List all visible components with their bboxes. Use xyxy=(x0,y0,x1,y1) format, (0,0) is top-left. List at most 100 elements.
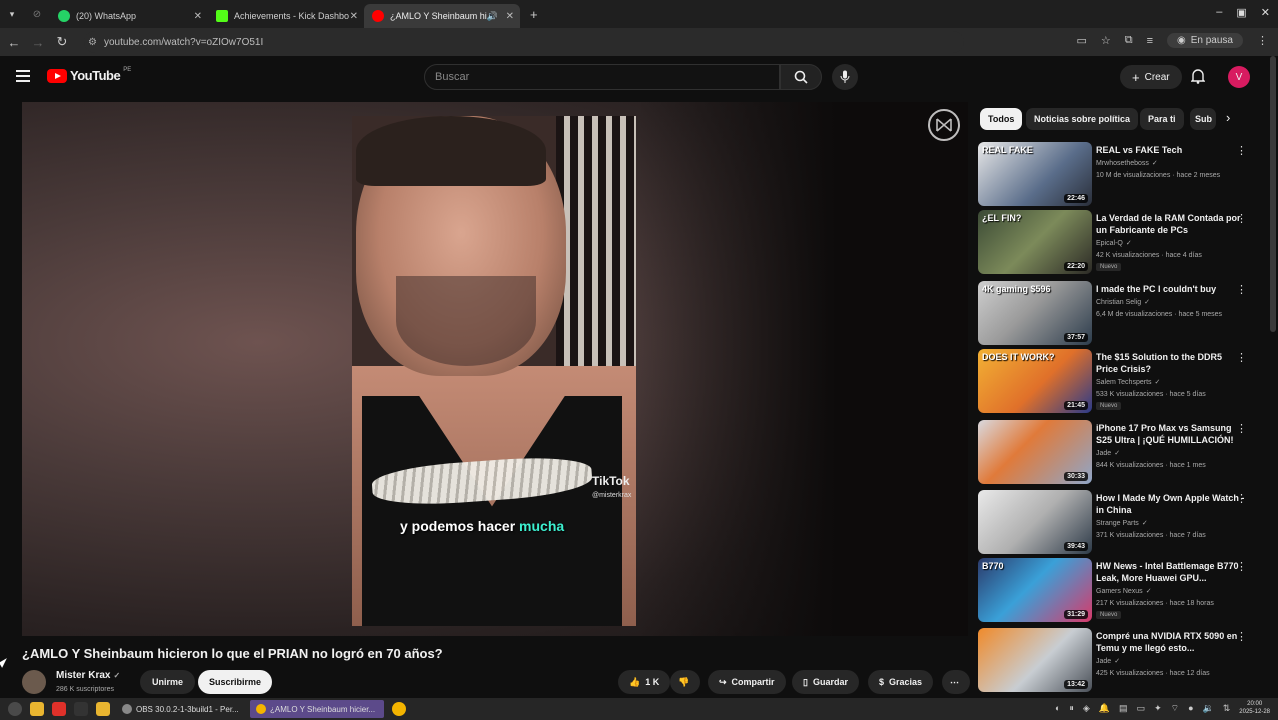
video-thumbnail[interactable]: 13:42 xyxy=(978,628,1092,692)
close-tab-icon[interactable]: ✕ xyxy=(350,11,358,22)
recommended-channel[interactable]: Salem Techsperts ✓ xyxy=(1096,377,1160,388)
recommended-title[interactable]: How I Made My Own Apple Watch - in China xyxy=(1096,492,1246,516)
more-vertical-icon[interactable]: ⋮ xyxy=(1236,283,1247,296)
video-player[interactable]: TikTok @misterkrax y podemos hacer mucha xyxy=(22,102,968,636)
chip-for-you[interactable]: Para ti xyxy=(1140,108,1184,130)
audio-icon[interactable]: 🔊 xyxy=(487,11,498,22)
channel-watermark-icon[interactable] xyxy=(928,109,960,141)
notification-icon[interactable]: 🔔 xyxy=(1099,703,1110,714)
recommended-video[interactable]: B770 31:29 HW News - Intel Battlemage B770… xyxy=(978,558,1268,622)
app-launcher-icon[interactable] xyxy=(8,702,22,716)
video-thumbnail[interactable]: B770 31:29 xyxy=(978,558,1092,622)
tab-whatsapp[interactable]: (20) WhatsApp ✕ xyxy=(50,4,208,28)
chip-all[interactable]: Todos xyxy=(980,108,1023,130)
reload-icon[interactable]: ↻ xyxy=(50,34,74,50)
scrollbar[interactable] xyxy=(1270,56,1276,332)
video-thumbnail[interactable]: 39:43 xyxy=(978,490,1092,554)
forward-icon[interactable]: → xyxy=(26,35,50,50)
subscribe-button[interactable]: Suscribirme xyxy=(198,670,273,694)
url-field[interactable]: ⚙ youtube.com/watch?v=oZIOw7O51I xyxy=(84,31,964,53)
voice-search-button[interactable] xyxy=(832,64,858,90)
recommended-channel[interactable]: Epical-Q ✓ xyxy=(1096,238,1132,249)
dislike-button[interactable]: 👎 xyxy=(670,670,700,694)
notifications-button[interactable] xyxy=(1190,68,1206,89)
bookmark-star-icon[interactable]: ☆ xyxy=(1101,34,1111,47)
recommended-title[interactable]: La Verdad de la RAM Contada por un Fabri… xyxy=(1096,212,1246,236)
more-vertical-icon[interactable]: ⋮ xyxy=(1236,630,1247,643)
thanks-button[interactable]: $ Gracias xyxy=(868,670,934,694)
network-icon[interactable]: ⇅ xyxy=(1223,703,1231,714)
more-vertical-icon[interactable]: ⋮ xyxy=(1236,560,1247,573)
wifi-icon[interactable]: ⌔ xyxy=(1171,703,1179,714)
join-button[interactable]: Unirme xyxy=(140,670,196,694)
share-button[interactable]: ↪ Compartir xyxy=(708,670,786,694)
pause-icon[interactable]: ⏸ xyxy=(1069,703,1074,714)
tray-settings-icon[interactable]: ✦ xyxy=(1154,703,1162,714)
more-vertical-icon[interactable]: ⋮ xyxy=(1236,144,1247,157)
recommended-video[interactable]: ¿EL FIN? 22:20 La Verdad de la RAM Contada… xyxy=(978,210,1268,274)
chip-subscriptions[interactable]: Sub xyxy=(1190,108,1216,130)
recommended-video[interactable]: 13:42 Compré una NVIDIA RTX 5090 en Temu … xyxy=(978,628,1268,692)
video-thumbnail[interactable]: DOES IT WORK? 21:45 xyxy=(978,349,1092,413)
recommended-title[interactable]: Compré una NVIDIA RTX 5090 en Temu y me … xyxy=(1096,630,1246,654)
recommended-channel[interactable]: Mrwhosetheboss ✓ xyxy=(1096,158,1158,169)
close-window-icon[interactable]: ✕ xyxy=(1261,6,1270,19)
chips-next-icon[interactable]: › xyxy=(1226,110,1230,125)
media-app-icon[interactable] xyxy=(52,702,66,716)
account-avatar[interactable]: V xyxy=(1228,66,1250,88)
back-icon[interactable]: ← xyxy=(2,35,26,50)
steam-icon[interactable]: ● xyxy=(1188,703,1193,713)
shield-icon[interactable]: ◈ xyxy=(1083,703,1090,714)
video-thumbnail[interactable]: REAL FAKE 22:46 xyxy=(978,142,1092,206)
video-thumbnail[interactable]: 4K gaming $596 37:57 xyxy=(978,281,1092,345)
menu-icon[interactable] xyxy=(16,70,30,82)
profile-button[interactable]: ◉ En pausa xyxy=(1167,33,1243,48)
clock[interactable]: 20:00 2025-12-28 xyxy=(1239,700,1270,716)
like-button[interactable]: 👍 1 K xyxy=(618,670,671,694)
recommended-video[interactable]: REAL FAKE 22:46 REAL vs FAKE Tech Mrwhoseth… xyxy=(978,142,1268,206)
chrome-pinned-icon[interactable] xyxy=(392,702,406,716)
channel-avatar[interactable] xyxy=(22,670,46,694)
minimize-icon[interactable]: – xyxy=(1216,6,1222,19)
recommended-channel[interactable]: Jade ✓ xyxy=(1096,656,1120,667)
site-info-icon[interactable]: ⚙ xyxy=(88,37,97,48)
files-icon[interactable] xyxy=(30,702,44,716)
create-button[interactable]: + Crear xyxy=(1120,65,1182,89)
recommended-channel[interactable]: Christian Selig ✓ xyxy=(1096,297,1150,308)
tab-list-chevron-icon[interactable]: ▾ xyxy=(0,9,24,20)
display-icon[interactable]: ▭ xyxy=(1137,703,1146,714)
clipboard-icon[interactable]: ▤ xyxy=(1119,703,1128,714)
cast-icon[interactable]: ▭ xyxy=(1076,34,1086,47)
tab-kick[interactable]: Achievements - Kick Dashbo ✕ xyxy=(208,4,364,28)
search-button[interactable] xyxy=(780,64,822,90)
channel-name[interactable]: Mister Krax ✓ xyxy=(56,670,120,681)
video-thumbnail[interactable]: 30:33 xyxy=(978,420,1092,484)
close-tab-icon[interactable]: ✕ xyxy=(194,11,202,22)
inactive-tab-icon[interactable]: ⊘ xyxy=(24,9,50,20)
extensions-icon[interactable]: ⧉ xyxy=(1125,34,1133,47)
recommended-channel[interactable]: Strange Parts ✓ xyxy=(1096,518,1148,529)
tray-app-icon[interactable]: ◐ xyxy=(1055,703,1060,713)
youtube-logo[interactable]: YouTube PE xyxy=(47,67,131,83)
video-thumbnail[interactable]: ¿EL FIN? 22:20 xyxy=(978,210,1092,274)
recommended-title[interactable]: REAL vs FAKE Tech xyxy=(1096,144,1246,156)
recommended-video[interactable]: 30:33 iPhone 17 Pro Max vs Samsung S25 Ul… xyxy=(978,420,1268,484)
taskbar-task-obs[interactable]: OBS 30.0.2-1-3build1 - Per... xyxy=(116,700,244,718)
save-button[interactable]: ▯ Guardar xyxy=(792,670,859,694)
close-tab-icon[interactable]: ✕ xyxy=(506,11,514,22)
maximize-icon[interactable]: ▣ xyxy=(1236,6,1246,19)
recommended-video[interactable]: 4K gaming $596 37:57 I made the PC I could… xyxy=(978,281,1268,345)
more-vertical-icon[interactable]: ⋮ xyxy=(1236,492,1247,505)
more-vertical-icon[interactable]: ⋮ xyxy=(1236,422,1247,435)
recommended-video[interactable]: DOES IT WORK? 21:45 The $15 Solution to th… xyxy=(978,349,1268,413)
new-tab-icon[interactable]: + xyxy=(530,7,538,22)
tab-youtube[interactable]: ¿AMLO Y Sheinbaum hi 🔊 ✕ xyxy=(364,4,520,28)
recommended-title[interactable]: iPhone 17 Pro Max vs Samsung S25 Ultra |… xyxy=(1096,422,1246,446)
browser-menu-icon[interactable]: ⋮ xyxy=(1257,34,1268,47)
more-vertical-icon[interactable]: ⋮ xyxy=(1236,212,1247,225)
taskbar-task-browser[interactable]: ¿AMLO Y Sheinbaum hicier... xyxy=(250,700,384,718)
recommended-title[interactable]: HW News - Intel Battlemage B770 Leak, Mo… xyxy=(1096,560,1246,584)
folder-icon[interactable] xyxy=(96,702,110,716)
volume-icon[interactable]: 🔉 xyxy=(1203,703,1214,714)
recommended-video[interactable]: 39:43 How I Made My Own Apple Watch - in … xyxy=(978,490,1268,554)
